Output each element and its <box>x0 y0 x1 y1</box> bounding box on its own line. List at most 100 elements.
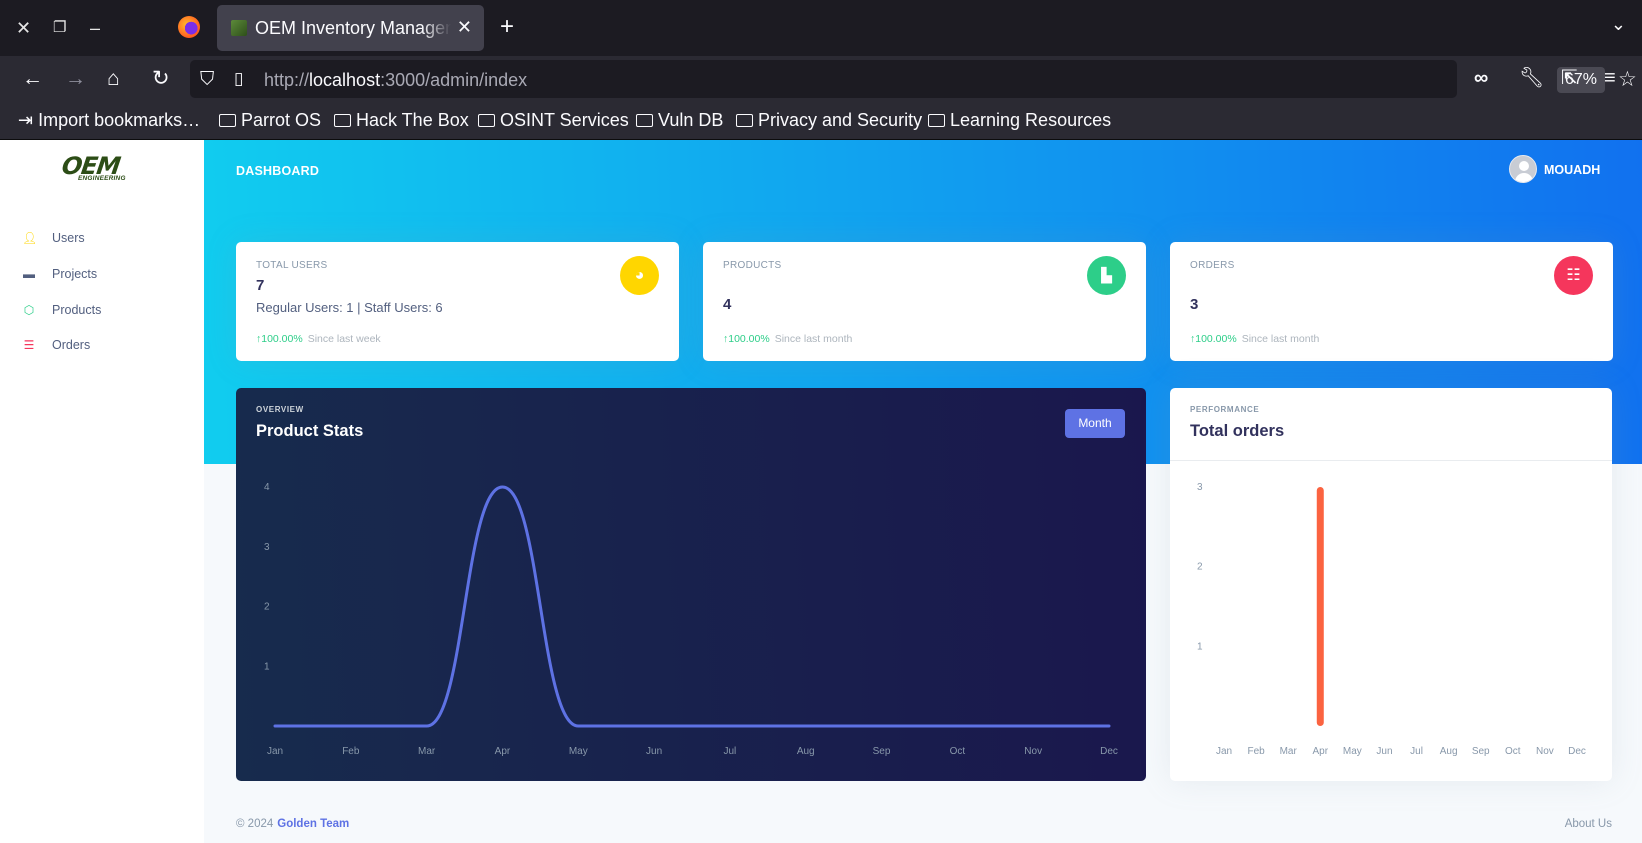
browser-tab-bar: ✕ ❐ – OEM Inventory Management ✕ + ⌄ <box>0 0 1642 56</box>
dashboard-page: OEM ENGINEERING 👤︎ Users ▬ Projects ⬡ Pr… <box>0 140 1642 843</box>
x-tick-label: Apr <box>1312 746 1328 757</box>
y-tick-label: 1 <box>1197 641 1203 652</box>
x-tick-label: Oct <box>950 746 966 757</box>
folder-icon <box>928 114 945 127</box>
folder-icon <box>334 114 351 127</box>
x-tick-label: Feb <box>1247 746 1265 757</box>
team-link[interactable]: Golden Team <box>277 818 349 830</box>
card-divider <box>1170 460 1612 461</box>
x-tick-label: Sep <box>873 746 891 757</box>
firefox-logo-icon <box>178 16 200 38</box>
avatar[interactable] <box>1509 155 1537 183</box>
brand-logo[interactable]: OEM ENGINEERING <box>60 152 146 186</box>
tab-title: OEM Inventory Management <box>255 18 451 38</box>
stat-footer: ↑100.00% Since last week <box>256 333 381 345</box>
shield-icon[interactable]: ⛉ <box>200 69 214 91</box>
stat-card-products: PRODUCTS 4 ↑100.00% Since last month ▙ <box>703 242 1146 361</box>
share-icon[interactable]: ⇱ <box>1561 66 1578 90</box>
browser-tab-active[interactable]: OEM Inventory Management ✕ <box>217 5 484 51</box>
y-tick-label: 3 <box>1197 482 1203 493</box>
bar-chart-icon: ▙ <box>1087 256 1126 295</box>
x-tick-label: Jun <box>646 746 662 757</box>
x-tick-label: May <box>569 746 588 757</box>
pie-chart-icon: ◕ <box>620 256 659 295</box>
reload-icon[interactable]: ↻ <box>152 67 170 91</box>
bookmark-star-icon[interactable]: ☆ <box>1618 67 1637 92</box>
bookmark-folder[interactable]: Privacy and Security <box>736 110 922 131</box>
y-tick-label: 2 <box>1197 562 1203 573</box>
cube-icon: ⬡ <box>23 303 35 317</box>
minimize-window-icon[interactable]: – <box>90 16 100 40</box>
stat-value: 7 <box>256 277 265 294</box>
x-tick-label: May <box>1343 746 1362 757</box>
bookmark-import[interactable]: ⇥ Import bookmarks… <box>18 110 200 131</box>
product-stats-card: 1 2 3 4 Jan Feb Mar Apr May Jun Jul Aug Sep Oct Nov Dec… <box>236 388 1146 781</box>
series-line <box>273 485 1111 728</box>
bookmark-folder[interactable]: Parrot OS <box>219 110 321 131</box>
tasks-icon: ☷ <box>1554 256 1593 295</box>
menu-icon[interactable]: ≡ <box>1604 66 1616 90</box>
stat-footer: ↑100.00% Since last month <box>1190 333 1320 345</box>
tab-favicon-icon <box>231 20 247 36</box>
x-tick-label: Jun <box>1376 746 1392 757</box>
about-link[interactable]: About Us <box>1565 818 1612 830</box>
wrench-icon[interactable]: 🔧︎ <box>1519 66 1544 90</box>
briefcase-icon: ▬ <box>23 267 35 281</box>
bookmark-folder[interactable]: OSINT Services <box>478 110 629 131</box>
y-tick-label: 4 <box>264 482 270 493</box>
x-tick-label: Mar <box>1280 746 1298 757</box>
x-tick-label: Jan <box>267 746 283 757</box>
stat-value: 4 <box>723 296 732 313</box>
restore-window-icon[interactable]: ❐ <box>53 16 66 40</box>
url-text[interactable]: http://localhost:3000/admin/index <box>264 70 527 91</box>
card-overline: OVERVIEW <box>256 405 304 414</box>
page-icon: ▯ <box>234 69 244 88</box>
card-overline: PERFORMANCE <box>1190 405 1260 414</box>
y-tick-label: 3 <box>264 542 270 553</box>
folder-icon <box>219 114 236 127</box>
footer-copyright: © 2024 Golden Team <box>236 818 350 830</box>
x-tick-label: Nov <box>1536 746 1554 757</box>
total-orders-chart: 1 2 3 Jan Feb Mar Apr May Jun Jul Aug Sep Oct Nov Dec <box>1197 482 1586 757</box>
stat-card-orders: ORDERS 3 ↑100.00% Since last month ☷ <box>1170 242 1613 361</box>
product-stats-chart: 1 2 3 4 Jan Feb Mar Apr May Jun Jul Aug Sep Oct Nov Dec <box>264 482 1118 757</box>
folder-icon <box>478 114 495 127</box>
back-icon[interactable]: ← <box>22 67 43 91</box>
close-window-icon[interactable]: ✕ <box>16 16 31 40</box>
new-tab-icon[interactable]: + <box>500 13 514 41</box>
list-tabs-icon[interactable]: ⌄ <box>1611 14 1626 35</box>
x-tick-label: Aug <box>797 746 815 757</box>
url-bar[interactable]: ⛉ ▯ http://localhost:3000/admin/index 67… <box>190 60 1637 98</box>
bar <box>1316 487 1324 726</box>
user-icon: 👤︎ <box>22 231 38 245</box>
stat-footer: ↑100.00% Since last month <box>723 333 853 345</box>
bookmark-folder[interactable]: Vuln DB <box>636 110 723 131</box>
stat-card-users: TOTAL USERS 7 Regular Users: 1 | Staff U… <box>236 242 679 361</box>
x-tick-label: Aug <box>1440 746 1458 757</box>
home-icon[interactable]: ⌂ <box>107 67 120 91</box>
month-button[interactable]: Month <box>1065 409 1125 438</box>
tab-close-icon[interactable]: ✕ <box>457 17 472 38</box>
total-orders-card: 1 2 3 Jan Feb Mar Apr May Jun Jul Aug Sep Oct Nov Dec … <box>1170 388 1612 781</box>
bookmarks-bar: ⇥ Import bookmarks… Parrot OS Hack The B… <box>0 102 1642 140</box>
x-tick-label: Mar <box>418 746 436 757</box>
forward-icon[interactable]: → <box>65 67 86 91</box>
stat-value: 3 <box>1190 296 1199 313</box>
x-tick-label: Dec <box>1568 746 1586 757</box>
card-title: Total orders <box>1190 422 1285 440</box>
folder-icon <box>636 114 653 127</box>
x-tick-label: Oct <box>1505 746 1521 757</box>
page-title: DASHBOARD <box>236 164 320 178</box>
browser-nav-bar: ← → ⌂ ↻ ⛉ ▯ http://localhost:3000/admin/… <box>0 56 1642 102</box>
stat-title: PRODUCTS <box>723 260 782 271</box>
import-icon: ⇥ <box>18 110 39 130</box>
x-tick-label: Jan <box>1216 746 1232 757</box>
x-tick-label: Dec <box>1100 746 1118 757</box>
x-tick-label: Sep <box>1472 746 1490 757</box>
bookmark-folder[interactable]: Hack The Box <box>334 110 469 131</box>
card-title: Product Stats <box>256 422 364 440</box>
bookmark-folder[interactable]: Learning Resources <box>928 110 1111 131</box>
x-tick-label: Apr <box>495 746 511 757</box>
extension-icon[interactable]: ∞ <box>1474 66 1488 90</box>
user-name[interactable]: MOUADH <box>1544 163 1600 177</box>
